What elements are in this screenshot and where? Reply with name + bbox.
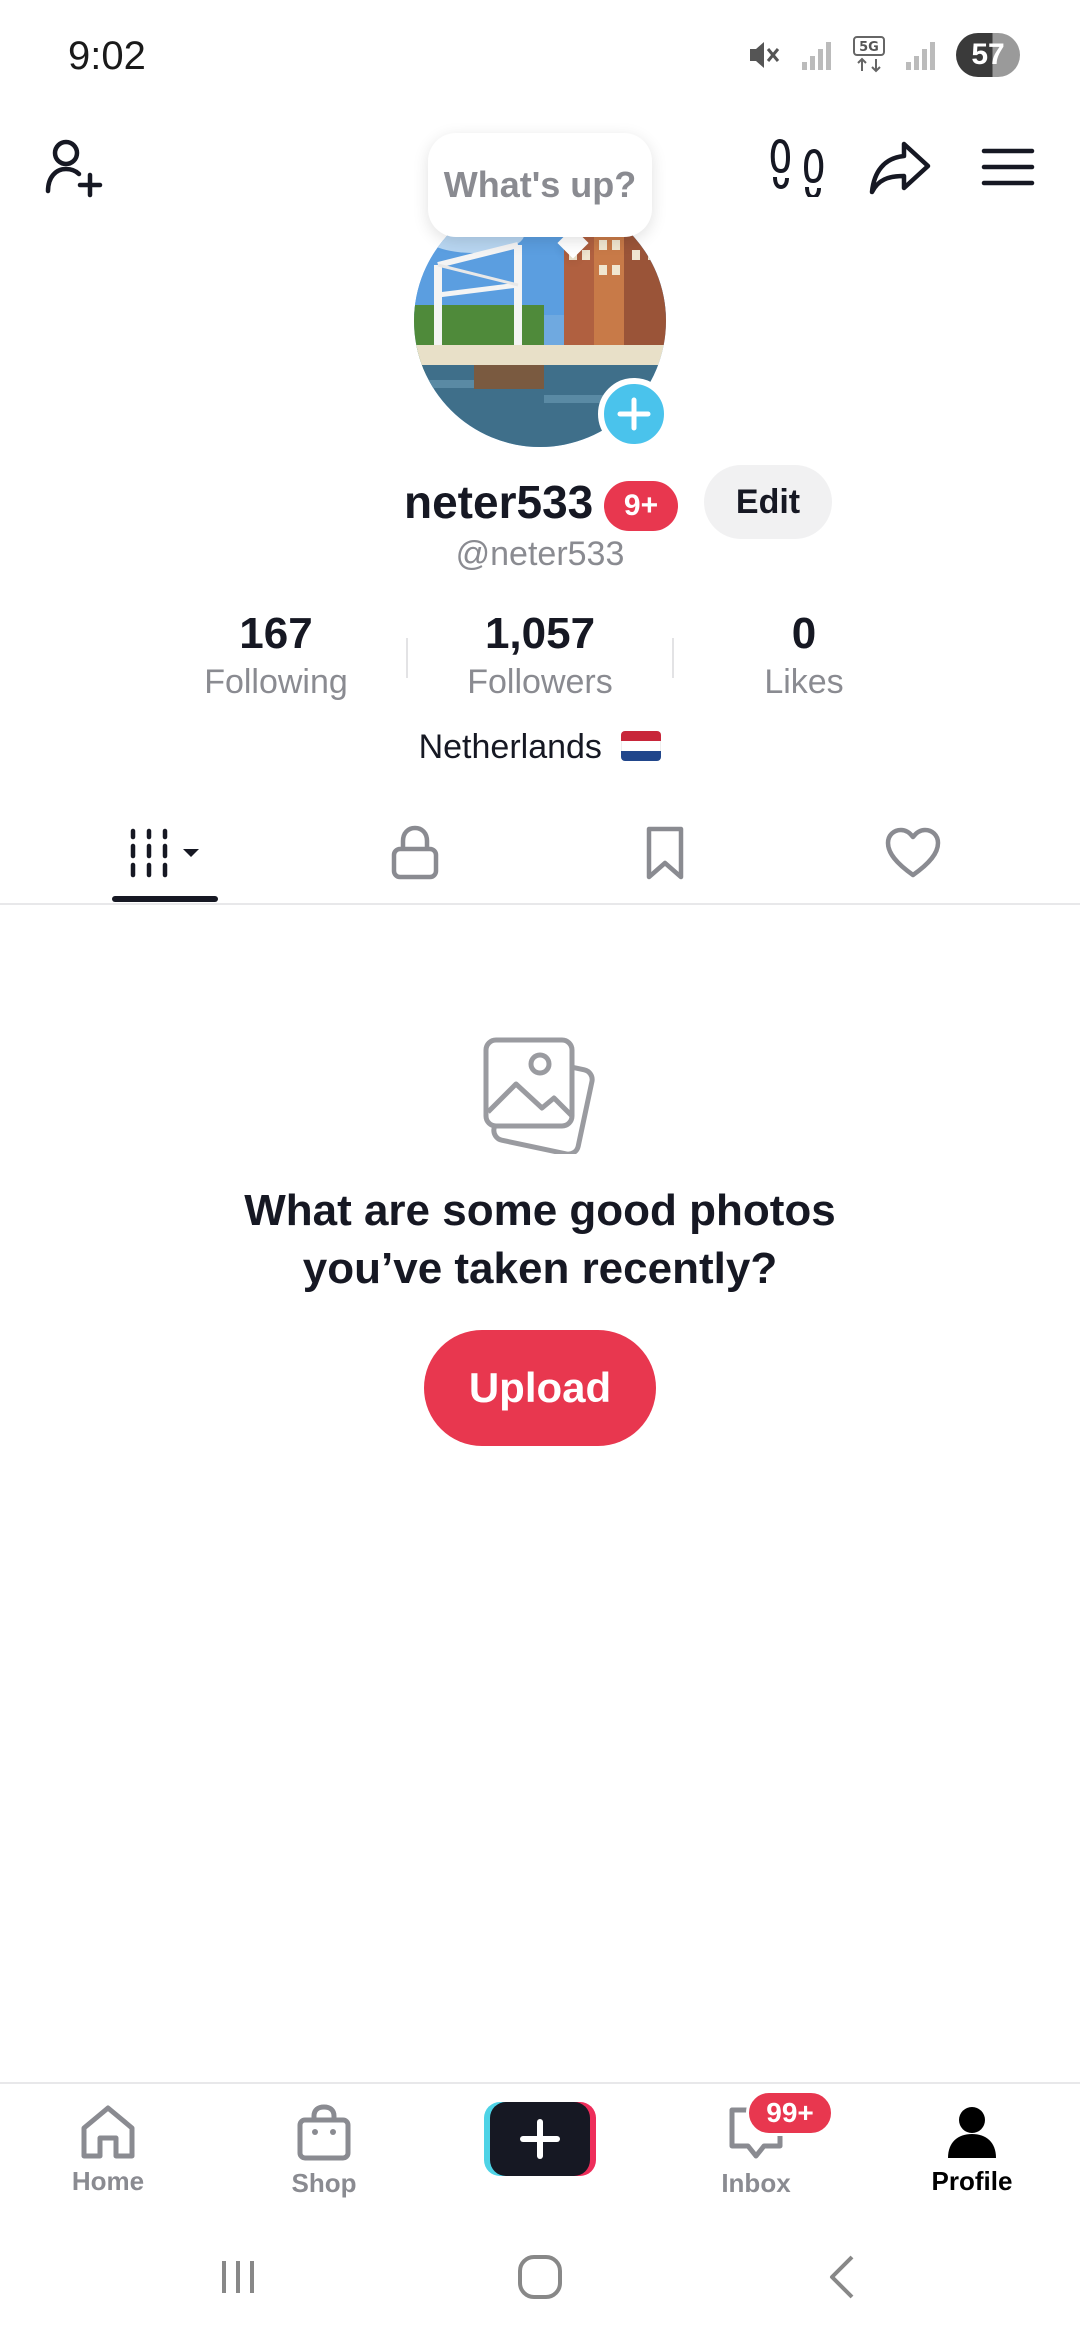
- upload-button[interactable]: Upload: [424, 1330, 656, 1446]
- stat-likes[interactable]: 0 Likes: [684, 608, 924, 704]
- name-row: neter533 9+ Edit: [0, 465, 1080, 545]
- empty-state-title-line2: you’ve taken recently?: [302, 1244, 778, 1293]
- stat-following-value: 167: [239, 609, 313, 658]
- netherlands-flag-icon: [621, 731, 662, 761]
- inbox-badge: 99+: [746, 2090, 834, 2136]
- lock-icon: [391, 825, 439, 879]
- stat-following-label: Following: [204, 663, 348, 701]
- signal-icon: [802, 42, 831, 70]
- profile-views-button[interactable]: [756, 125, 840, 209]
- content-tabs: [0, 800, 1080, 905]
- system-nav-bar: [0, 2212, 1080, 2340]
- active-tab-indicator: [112, 896, 218, 902]
- status-time: 9:02: [68, 34, 146, 78]
- share-button[interactable]: [858, 125, 942, 209]
- back-chevron-icon: [830, 2255, 854, 2299]
- empty-state-title-line1: What are some good photos: [244, 1186, 836, 1235]
- tab-videos[interactable]: [112, 800, 218, 905]
- status-bubble[interactable]: What's up?: [428, 133, 652, 237]
- grid-dropdown-icon: [130, 828, 199, 877]
- stat-following[interactable]: 167 Following: [156, 608, 396, 704]
- status-bar: 9:02 5G 57: [0, 0, 1080, 115]
- add-user-icon: [45, 139, 103, 198]
- plus-icon: [617, 397, 651, 431]
- create-button[interactable]: [484, 2102, 596, 2176]
- stat-likes-value: 0: [791, 609, 817, 658]
- avatar-add-button[interactable]: [598, 378, 670, 450]
- status-icons: 5G 57: [744, 30, 1020, 80]
- back-button[interactable]: [802, 2242, 882, 2312]
- recent-apps-icon: [222, 2261, 254, 2293]
- nav-profile-label: Profile: [931, 2166, 1013, 2196]
- battery-indicator: 57: [956, 33, 1020, 77]
- add-friend-button[interactable]: [32, 125, 116, 209]
- stat-divider: [672, 638, 674, 678]
- nav-inbox-label: Inbox: [721, 2168, 791, 2198]
- recent-apps-button[interactable]: [198, 2242, 278, 2312]
- photos-icon: [480, 1032, 602, 1157]
- nav-home-label: Home: [71, 2166, 145, 2196]
- profile-stats: 167 Following 1,057 Followers 0 Likes: [0, 608, 1080, 704]
- username: neter533: [404, 476, 594, 528]
- nav-shop[interactable]: Shop: [234, 2084, 414, 2214]
- create-plus-icon: [484, 2102, 596, 2176]
- menu-button[interactable]: [966, 125, 1050, 209]
- signal-icon-2: [906, 42, 935, 70]
- tab-saved[interactable]: [620, 800, 710, 905]
- bookmark-icon: [646, 826, 684, 879]
- empty-state-title: What are some good photos you’ve taken r…: [0, 1182, 1080, 1298]
- mute-icon: [750, 42, 780, 68]
- nav-shop-label: Shop: [291, 2168, 357, 2198]
- nav-profile[interactable]: Profile: [882, 2084, 1062, 2214]
- svg-text:5G: 5G: [859, 40, 879, 55]
- nav-home[interactable]: Home: [18, 2084, 198, 2214]
- notification-badge[interactable]: 9+: [604, 481, 678, 531]
- tab-liked[interactable]: [868, 800, 958, 905]
- bio-text: Netherlands: [418, 728, 602, 766]
- bio: Netherlands: [0, 728, 1080, 767]
- hamburger-menu-icon: [981, 148, 1035, 186]
- 5g-icon: 5G: [853, 36, 885, 73]
- edit-profile-button[interactable]: Edit: [704, 465, 832, 539]
- user-handle: @neter533: [455, 535, 625, 573]
- shopping-bag-icon: [297, 2104, 351, 2161]
- stat-divider: [406, 638, 408, 678]
- stat-followers-value: 1,057: [484, 609, 596, 658]
- home-circle-icon: [518, 2255, 562, 2299]
- tab-private[interactable]: [370, 800, 460, 905]
- heart-icon: [885, 827, 941, 877]
- home-icon: [81, 2105, 135, 2159]
- stat-followers[interactable]: 1,057 Followers: [420, 608, 660, 704]
- home-system-button[interactable]: [500, 2242, 580, 2312]
- stat-likes-label: Likes: [764, 663, 844, 701]
- stat-followers-label: Followers: [467, 663, 613, 701]
- footprints-icon: [770, 138, 824, 197]
- share-icon: [869, 141, 931, 195]
- profile-icon: [948, 2107, 996, 2158]
- bottom-nav: Home Shop Inbox Profile: [0, 2082, 1080, 2212]
